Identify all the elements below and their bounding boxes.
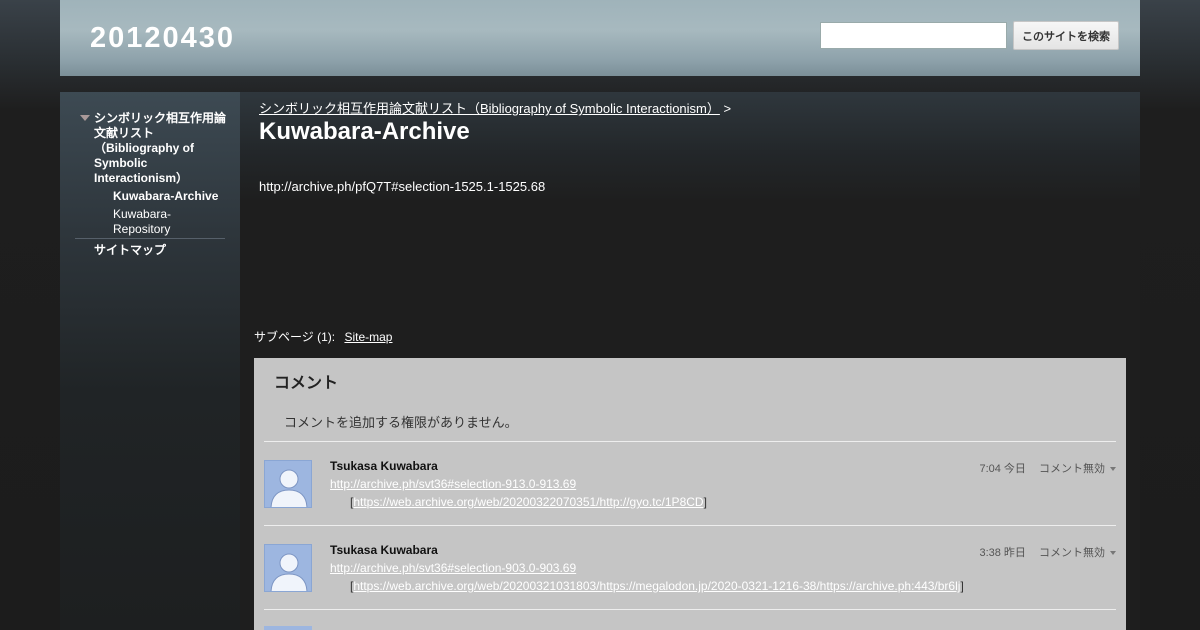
- avatar-partial: [264, 626, 312, 630]
- comment-link-archive[interactable]: https://web.archive.org/web/202003210318…: [353, 579, 960, 593]
- sidebar-item-sitemap[interactable]: サイトマップ: [94, 241, 166, 258]
- avatar: [264, 460, 312, 508]
- bracket-close: ]: [703, 495, 707, 509]
- subpages: サブページ (1): Site-map: [254, 328, 392, 345]
- comment-item: Tsukasa Kuwabara http://archive.ph/svt36…: [264, 442, 1116, 526]
- user-silhouette-icon: [270, 553, 308, 591]
- chevron-down-icon[interactable]: [1110, 551, 1116, 556]
- no-permission-message: コメントを追加する権限がありません。: [284, 415, 518, 430]
- page-body-text: http://archive.ph/pfQ7T#selection-1525.1…: [259, 179, 546, 194]
- sidebar: シンボリック相互作用論文献リスト（Bibliography of Symboli…: [60, 92, 240, 630]
- comments-section: コメント コメントを追加する権限がありません。 Tsukasa Kuwabara…: [254, 358, 1126, 630]
- site-header: 20120430 このサイトを検索: [60, 0, 1140, 76]
- comment-line: [https://web.archive.org/web/20200322070…: [350, 495, 707, 509]
- comment-item: Tsukasa Kuwabara http://archive.ph/svt36…: [264, 526, 1116, 610]
- comment-divider: [264, 609, 1116, 610]
- breadcrumb: シンボリック相互作用論文献リスト（Bibliography of Symboli…: [259, 98, 731, 117]
- sidebar-item-kuwabara-repository[interactable]: Kuwabara-Repository: [113, 207, 203, 237]
- bracket-close: ]: [960, 579, 964, 593]
- search-button[interactable]: このサイトを検索: [1013, 21, 1119, 50]
- chevron-down-icon[interactable]: [1110, 467, 1116, 472]
- comment-link[interactable]: http://archive.ph/svt36#selection-913.0-…: [330, 477, 576, 491]
- sidebar-item-kuwabara-archive[interactable]: Kuwabara-Archive: [113, 189, 218, 203]
- comment-author[interactable]: Tsukasa Kuwabara: [330, 459, 438, 473]
- breadcrumb-separator: >: [723, 101, 732, 116]
- comment-meta: 7:04 今日 コメント無効: [979, 460, 1116, 476]
- comment-disable-button[interactable]: コメント無効: [1039, 547, 1105, 559]
- breadcrumb-link[interactable]: シンボリック相互作用論文献リスト（Bibliography of Symboli…: [259, 101, 720, 116]
- subpage-link-sitemap[interactable]: Site-map: [344, 330, 392, 344]
- comment-link-archive[interactable]: https://web.archive.org/web/202003220703…: [353, 495, 703, 509]
- expand-arrow-icon[interactable]: [80, 115, 90, 121]
- comments-title: コメント: [274, 375, 339, 392]
- comment-link[interactable]: http://archive.ph/svt36#selection-903.0-…: [330, 561, 576, 575]
- comment-line: [https://web.archive.org/web/20200321031…: [350, 579, 964, 593]
- sidebar-item-bibliography[interactable]: シンボリック相互作用論文献リスト（Bibliography of Symboli…: [94, 111, 229, 186]
- subpages-label: サブページ (1):: [254, 330, 336, 344]
- comment-meta: 3:38 昨日 コメント無効: [979, 544, 1116, 560]
- sidebar-divider: [75, 238, 225, 239]
- search-input[interactable]: [820, 22, 1007, 49]
- page-title: Kuwabara-Archive: [259, 118, 470, 145]
- site-title[interactable]: 20120430: [90, 22, 235, 55]
- comment-author[interactable]: Tsukasa Kuwabara: [330, 543, 438, 557]
- comment-disable-button[interactable]: コメント無効: [1039, 463, 1105, 475]
- avatar: [264, 544, 312, 592]
- user-silhouette-icon: [270, 469, 308, 507]
- comment-time: 7:04 今日: [979, 463, 1026, 475]
- comment-time: 3:38 昨日: [979, 547, 1026, 559]
